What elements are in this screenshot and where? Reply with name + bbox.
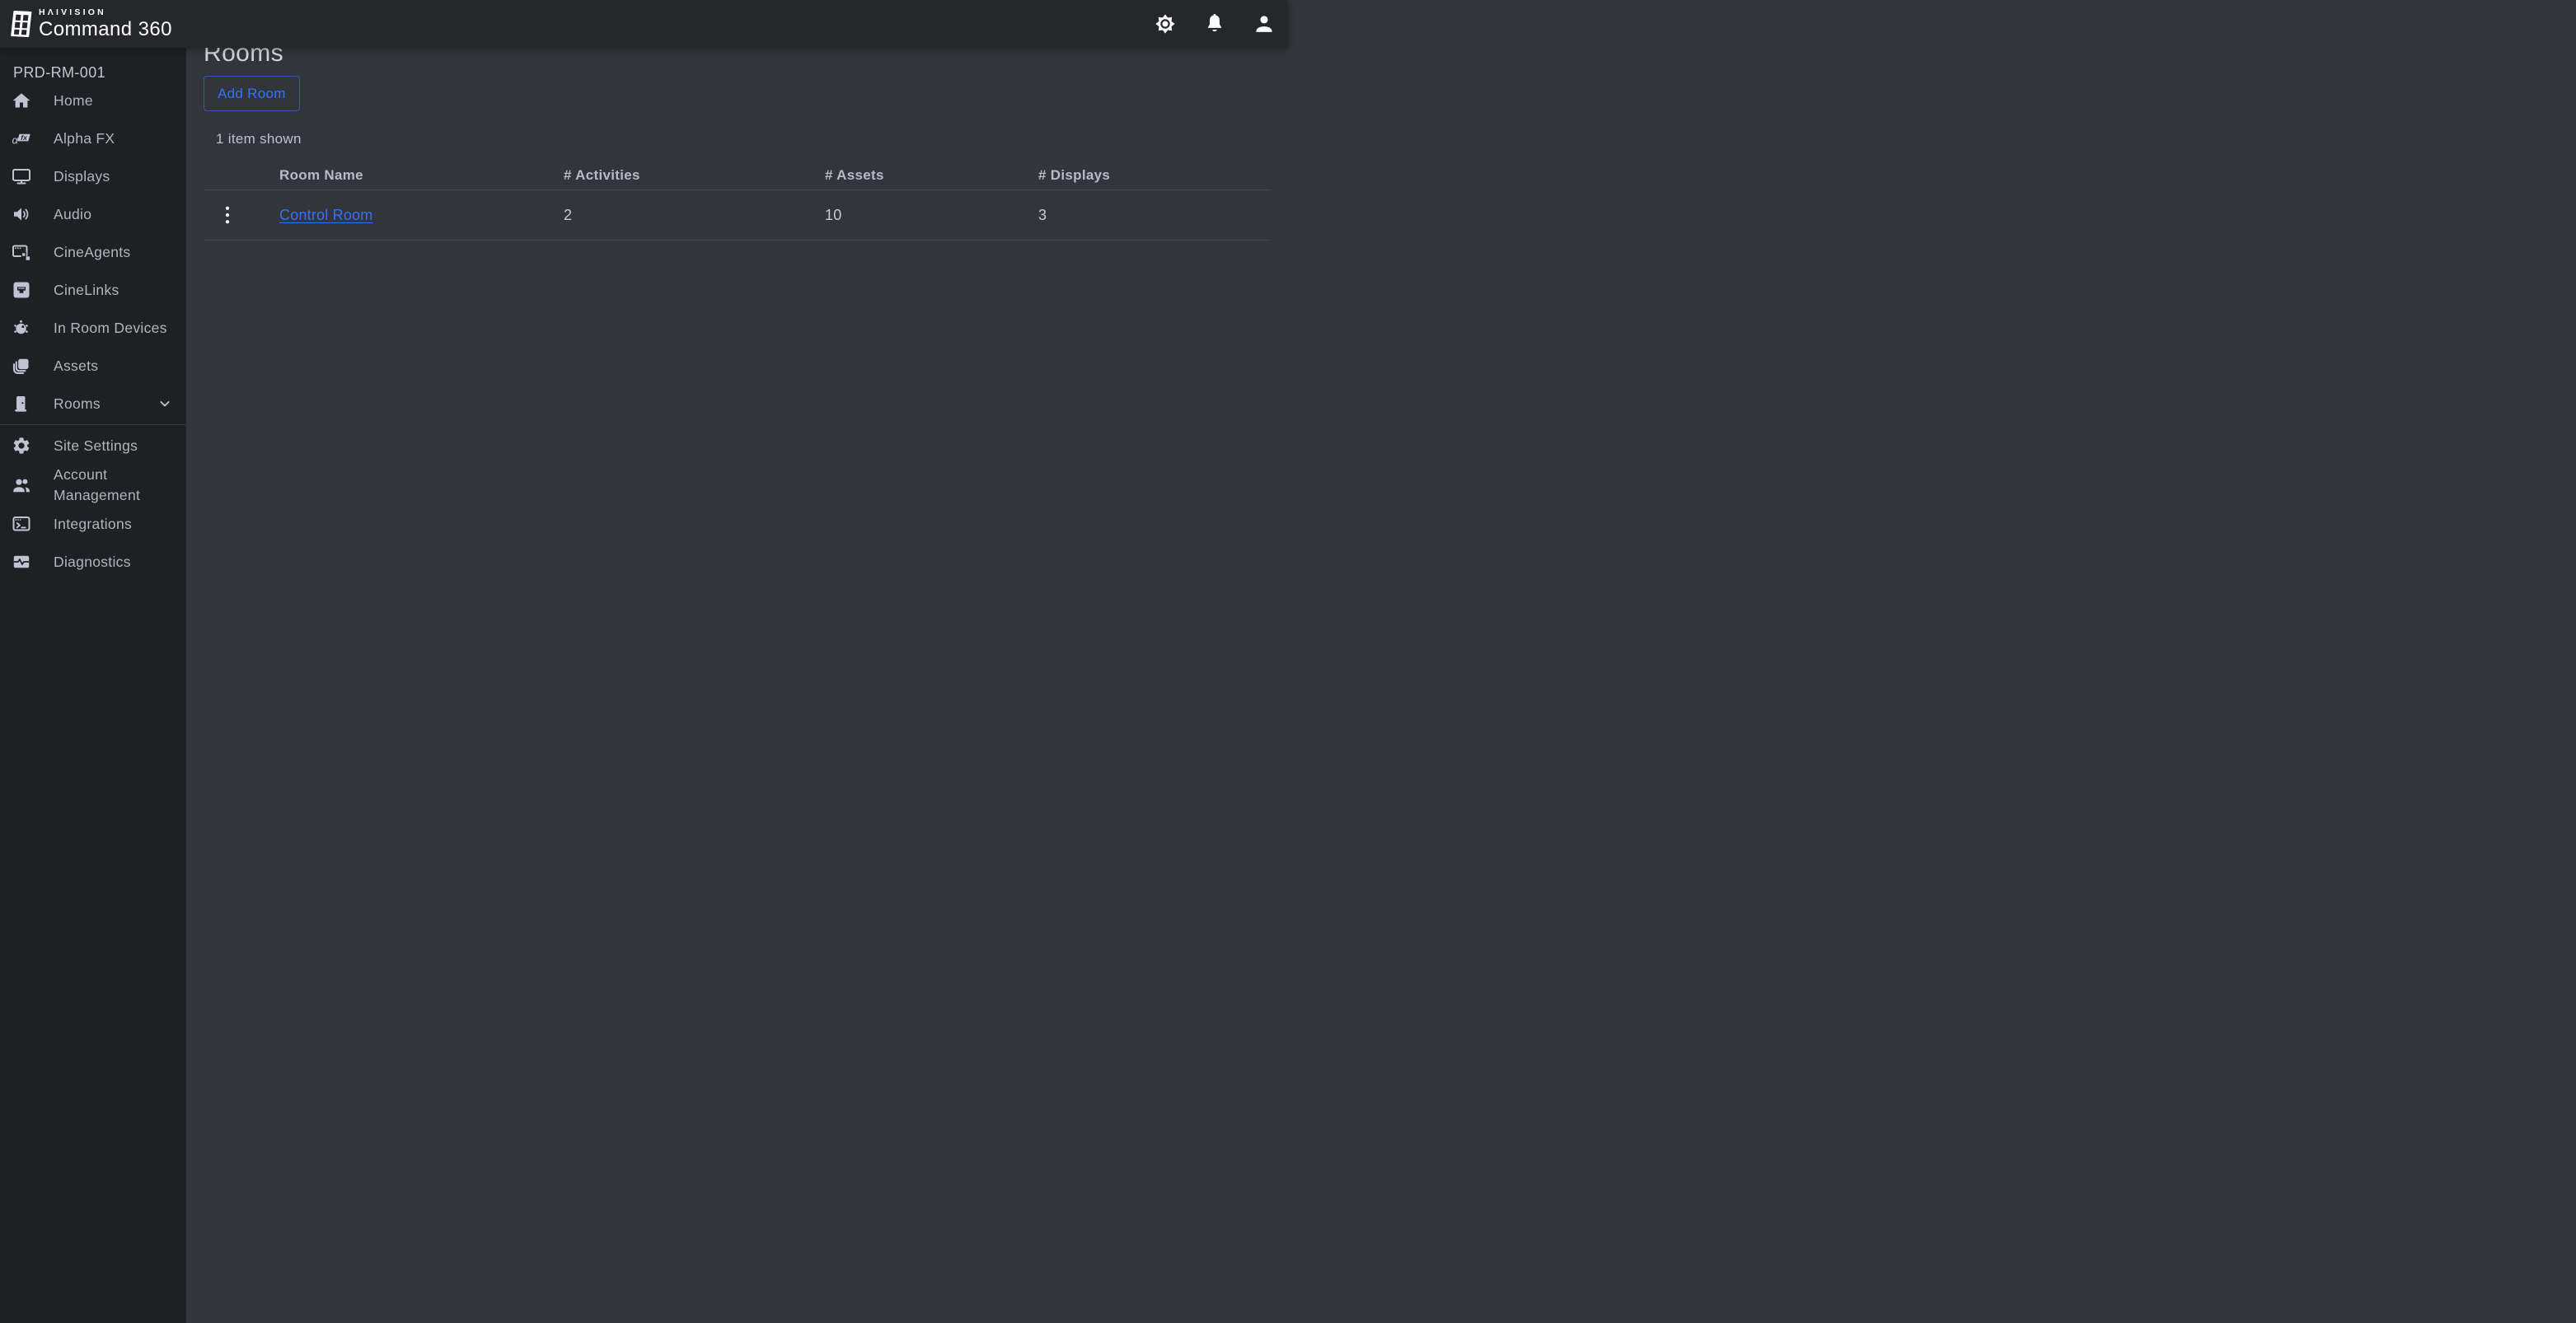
sidebar-item[interactable]: Displays	[0, 157, 186, 195]
brand-logo: HΛIVISION Command 360	[10, 8, 172, 40]
sidebar-item-label: Diagnostics	[54, 553, 131, 570]
displays-count: 3	[1038, 206, 1047, 223]
sidebar-section-divider	[0, 424, 186, 425]
notifications-bell-icon[interactable]	[1202, 12, 1227, 36]
sidebar-item-label: CineLinks	[54, 281, 119, 298]
column-header: # Activities	[564, 166, 640, 183]
table-row: Control Room 2 10 3	[204, 190, 1270, 241]
sidebar-item[interactable]: Site Settings	[0, 427, 186, 465]
sidebar-item-icon	[12, 129, 31, 148]
sidebar-item[interactable]: In Room Devices	[0, 309, 186, 347]
sidebar-item-icon	[12, 552, 31, 572]
rooms-table: Room Name # Activities # Assets # Displays …	[204, 161, 1270, 241]
sidebar-item-label: Audio	[54, 205, 92, 222]
sidebar-item[interactable]: Diagnostics	[0, 543, 186, 581]
sidebar-item-icon	[12, 514, 31, 534]
sidebar-item[interactable]: Audio	[0, 195, 186, 233]
sidebar-item[interactable]: CineLinks	[0, 271, 186, 309]
sidebar-item-label: In Room Devices	[54, 319, 167, 336]
settings-gear-icon[interactable]	[1153, 12, 1178, 36]
sidebar-item[interactable]: Home	[0, 82, 186, 119]
column-header: # Displays	[1038, 166, 1111, 183]
items-shown-count: 1 item shown	[216, 131, 302, 147]
sidebar-item-label: Displays	[54, 167, 110, 185]
sidebar-item-label: Assets	[54, 357, 99, 374]
topbar: HΛIVISION Command 360	[0, 0, 1288, 48]
sidebar-item-icon	[12, 436, 31, 456]
sidebar-item-label: Account Management	[54, 466, 141, 503]
sidebar-item[interactable]: Rooms	[0, 385, 186, 423]
sidebar-item-icon	[12, 394, 31, 414]
haivision-logo-icon	[10, 9, 32, 40]
add-room-button[interactable]: Add Room	[204, 76, 300, 111]
table-header-row: Room Name # Activities # Assets # Displays	[204, 161, 1270, 190]
assets-count: 10	[825, 206, 842, 223]
chevron-down-icon[interactable]	[157, 395, 173, 412]
site-label: PRD-RM-001	[13, 64, 106, 81]
product-name: Command 360	[39, 17, 172, 40]
account-person-icon[interactable]	[1252, 12, 1276, 36]
sidebar-item-icon	[12, 242, 31, 262]
brand-name: HΛIVISION	[39, 7, 106, 18]
column-header: # Assets	[825, 166, 884, 183]
sidebar-item-icon	[12, 91, 31, 110]
column-header: Room Name	[279, 166, 363, 183]
sidebar-item-label: Rooms	[54, 395, 101, 412]
row-kebab-menu-icon[interactable]	[218, 199, 255, 231]
sidebar-item-icon	[12, 356, 31, 376]
sidebar-item-icon	[12, 204, 31, 224]
sidebar: PRD-RM-001 Home Alpha FX Displays Audio …	[0, 48, 186, 1323]
sidebar-item[interactable]: Integrations	[0, 505, 186, 543]
room-name-link[interactable]: Control Room	[279, 207, 564, 224]
sidebar-item-label: CineAgents	[54, 243, 131, 260]
sidebar-item[interactable]: Alpha FX	[0, 119, 186, 157]
sidebar-item-label: Home	[54, 91, 93, 109]
sidebar-item[interactable]: CineAgents	[0, 233, 186, 271]
sidebar-item-label: Alpha FX	[54, 129, 115, 147]
sidebar-item-icon	[12, 166, 31, 186]
sidebar-item-label: Site Settings	[54, 437, 138, 454]
sidebar-item[interactable]: Assets	[0, 347, 186, 385]
activities-count: 2	[564, 206, 573, 223]
sidebar-item-icon	[12, 475, 31, 495]
sidebar-item-label: Integrations	[54, 515, 133, 532]
topbar-actions	[1153, 12, 1276, 36]
sidebar-item-icon	[12, 318, 31, 338]
sidebar-item-icon	[12, 280, 31, 300]
sidebar-item[interactable]: Account Management	[0, 465, 186, 505]
